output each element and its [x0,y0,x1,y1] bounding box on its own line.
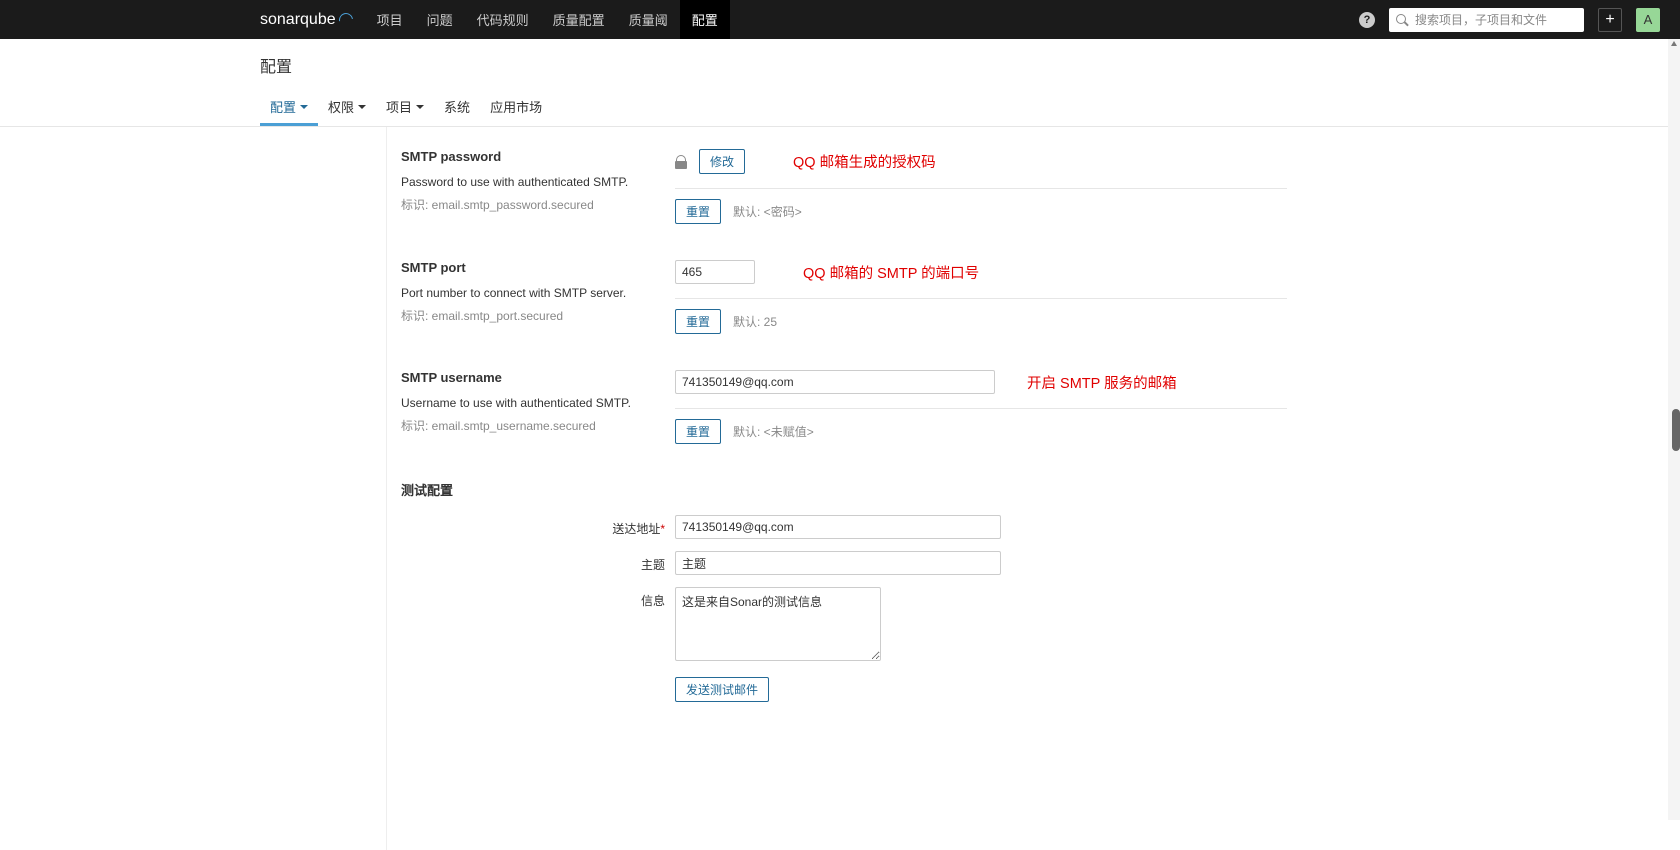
default-value: 默认: <未赋值> [733,423,814,440]
lock-icon [675,155,687,169]
subnav-label: 应用市场 [490,97,542,116]
test-to-input[interactable] [675,515,1001,539]
setting-desc: Password to use with authenticated SMTP. [401,174,655,191]
setting-smtp-username: SMTP username Username to use with authe… [387,348,1680,458]
setting-description: SMTP username Username to use with authe… [387,370,675,444]
chevron-down-icon [358,105,366,109]
brand-right: qube [300,11,336,29]
setting-desc: Username to use with authenticated SMTP. [401,395,655,412]
send-row: 发送测试邮件 [387,677,1680,702]
global-topbar: sonarqube 项目 问题 代码规则 质量配置 质量阈 配置 ? + A [0,0,1680,39]
subnav-marketplace[interactable]: 应用市场 [480,91,552,126]
test-subject-row: 主题 [387,551,1680,575]
setting-control: 修改 QQ 邮箱生成的授权码 重置 默认: <密码> [675,149,1680,224]
scroll-thumb[interactable] [1672,409,1680,451]
default-value: 默认: <密码> [733,203,802,220]
setting-description: SMTP port Port number to connect with SM… [387,260,675,334]
setting-description: SMTP password Password to use with authe… [387,149,675,224]
content-area: SMTP password Password to use with authe… [0,127,1680,850]
send-test-button[interactable]: 发送测试邮件 [675,677,769,702]
setting-key: 标识: email.smtp_port.secured [401,307,655,324]
message-label: 信息 [387,587,675,609]
divider [675,298,1287,299]
annotation-text: 开启 SMTP 服务的邮箱 [1027,372,1177,393]
subnav-label: 权限 [328,97,354,116]
setting-control: 开启 SMTP 服务的邮箱 重置 默认: <未赋值> [675,370,1680,444]
setting-smtp-password: SMTP password Password to use with authe… [387,127,1680,238]
subnav-label: 配置 [270,97,296,116]
setting-title: SMTP password [401,149,655,164]
nav-admin[interactable]: 配置 [680,0,730,39]
modify-button[interactable]: 修改 [699,149,745,174]
main-panel: SMTP password Password to use with authe… [387,127,1680,850]
create-button[interactable]: + [1598,8,1622,32]
admin-subnav: 配置 权限 项目 系统 应用市场 [260,91,1680,126]
logo-arc-icon [339,12,355,28]
reset-button[interactable]: 重置 [675,419,721,444]
search-input[interactable] [1389,8,1584,32]
left-sidebar-pad [0,127,387,850]
nav-issues[interactable]: 问题 [415,0,465,39]
smtp-username-input[interactable] [675,370,995,394]
topbar-right: ? + A [1359,8,1660,32]
nav-quality-gates[interactable]: 质量阈 [617,0,680,39]
test-config-title: 测试配置 [387,458,1680,515]
divider [675,188,1287,189]
page-header: 配置 配置 权限 项目 系统 应用市场 [0,39,1680,127]
setting-title: SMTP username [401,370,655,385]
reset-button[interactable]: 重置 [675,199,721,224]
test-to-row: 送达地址* [387,515,1680,539]
setting-key: 标识: email.smtp_password.secured [401,196,655,213]
setting-control: QQ 邮箱的 SMTP 的端口号 重置 默认: 25 [675,260,1680,334]
setting-title: SMTP port [401,260,655,275]
setting-smtp-port: SMTP port Port number to connect with SM… [387,238,1680,348]
subject-label: 主题 [387,551,675,573]
subnav-label: 项目 [386,97,412,116]
reset-button[interactable]: 重置 [675,309,721,334]
page-title: 配置 [260,53,1680,77]
subnav-security[interactable]: 权限 [318,91,376,126]
nav-quality-profiles[interactable]: 质量配置 [541,0,617,39]
smtp-port-input[interactable] [675,260,755,284]
nav-rules[interactable]: 代码规则 [465,0,541,39]
help-icon[interactable]: ? [1359,12,1375,28]
annotation-text: QQ 邮箱的 SMTP 的端口号 [803,262,979,283]
setting-key: 标识: email.smtp_username.secured [401,417,655,434]
global-search [1389,8,1584,32]
test-message-row: 信息 [387,587,1680,661]
divider [675,408,1287,409]
brand-left: sonar [260,11,300,29]
setting-desc: Port number to connect with SMTP server. [401,285,655,302]
scroll-up-icon [1671,41,1677,46]
scrollbar[interactable] [1668,39,1680,820]
subnav-projects[interactable]: 项目 [376,91,434,126]
chevron-down-icon [416,105,424,109]
nav-projects[interactable]: 项目 [365,0,415,39]
default-value: 默认: 25 [733,313,777,330]
chevron-down-icon [300,105,308,109]
primary-nav: 项目 问题 代码规则 质量配置 质量阈 配置 [365,0,730,39]
brand-logo[interactable]: sonarqube [0,0,365,39]
subnav-config[interactable]: 配置 [260,91,318,126]
to-label: 送达地址* [387,515,675,537]
subnav-system[interactable]: 系统 [434,91,480,126]
subnav-label: 系统 [444,97,470,116]
annotation-text: QQ 邮箱生成的授权码 [793,151,936,172]
test-subject-input[interactable] [675,551,1001,575]
test-message-textarea[interactable] [675,587,881,661]
avatar[interactable]: A [1636,8,1660,32]
